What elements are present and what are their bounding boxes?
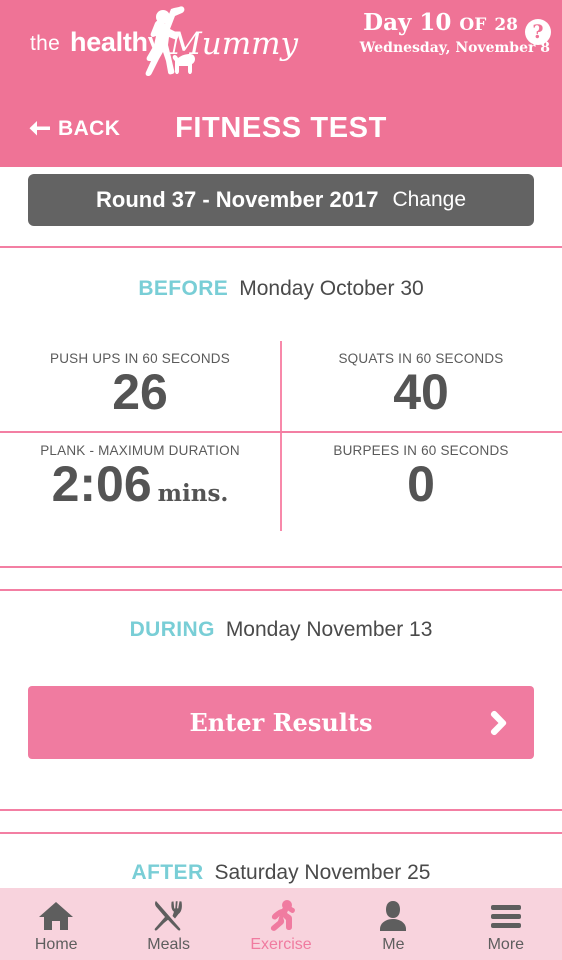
home-icon (38, 899, 74, 933)
person-icon (378, 899, 408, 933)
stat-squats: SQUATS IN 60 SECONDS 40 (281, 351, 561, 420)
enter-results-label: Enter Results (189, 708, 373, 737)
enter-results-button[interactable]: Enter Results (28, 686, 534, 759)
day-of-word: OF (459, 15, 487, 35)
brand-logo[interactable]: the healthy Mummy (22, 6, 298, 76)
stat-plank: PLANK - MAXIMUM DURATION 2:06 mins. (0, 443, 280, 522)
section-tag-before: BEFORE (138, 277, 229, 300)
divider-before-bottom (0, 566, 562, 568)
nav-label: More (487, 935, 525, 953)
stat-value: 0 (407, 456, 435, 512)
nav-item-meals[interactable]: Meals (112, 888, 224, 960)
day-counter-line: Day 10 OF 28 (360, 10, 518, 38)
stat-value: 26 (112, 364, 168, 420)
running-person-icon (263, 899, 299, 933)
nav-label: Me (382, 935, 405, 953)
nav-item-me[interactable]: Me (337, 888, 449, 960)
nav-label: Exercise (250, 935, 312, 953)
section-date-after: Saturday November 25 (214, 861, 431, 884)
bottom-navigation: Home Meals Exercise Me More (0, 888, 562, 960)
stats-horizontal-divider (0, 431, 562, 433)
current-date-label: Wednesday, November 8 (359, 40, 550, 56)
nav-label: Meals (147, 935, 190, 953)
day-prefix: Day (363, 9, 412, 36)
nav-label: Home (34, 935, 78, 953)
section-date-before: Monday October 30 (239, 277, 424, 300)
section-tag-after: AFTER (131, 861, 204, 884)
dog-icon (172, 54, 195, 74)
section-tag-during: DURING (129, 618, 215, 641)
round-label: Round 37 - November 2017 (96, 187, 379, 212)
nav-item-exercise[interactable]: Exercise (225, 888, 337, 960)
chevron-right-icon (490, 710, 507, 736)
section-before-header: BEFORE Monday October 30 (0, 277, 562, 301)
hamburger-menu-icon (489, 899, 523, 933)
nav-item-home[interactable]: Home (0, 888, 112, 960)
day-counter-block: Day 10 OF 28 ? Wednesday, November 8 (359, 10, 551, 57)
stat-value: 2:06 mins. (0, 456, 280, 522)
app-screen: the healthy Mummy Day 10 OF 28 ? Wednesd… (0, 0, 562, 960)
day-total: 28 (494, 15, 518, 35)
stat-burpees: BURPEES IN 60 SECONDS 0 (281, 443, 561, 512)
round-selector[interactable]: Round 37 - November 2017 Change (28, 174, 534, 226)
stat-value-unit: mins. (157, 480, 229, 507)
divider-during-bottom (0, 809, 562, 811)
logo-text-the: the (30, 32, 61, 55)
section-date-during: Monday November 13 (225, 618, 433, 641)
help-icon[interactable]: ? (525, 19, 551, 45)
divider-during-top (0, 589, 562, 591)
app-header: the healthy Mummy Day 10 OF 28 ? Wednesd… (0, 0, 562, 167)
divider-after-top (0, 832, 562, 834)
divider-under-round (0, 246, 562, 248)
nav-item-more[interactable]: More (450, 888, 562, 960)
section-during-header: DURING Monday November 13 (0, 618, 562, 642)
stat-value-number: 2:06 (51, 456, 152, 512)
section-after-header: AFTER Saturday November 25 (0, 861, 562, 885)
cutlery-icon (152, 899, 186, 933)
change-round-link[interactable]: Change (392, 188, 466, 212)
stat-pushups: PUSH UPS IN 60 SECONDS 26 (0, 351, 280, 420)
day-number: 10 (419, 9, 452, 36)
stat-value: 40 (393, 364, 449, 420)
page-title: FITNESS TEST (175, 112, 387, 144)
